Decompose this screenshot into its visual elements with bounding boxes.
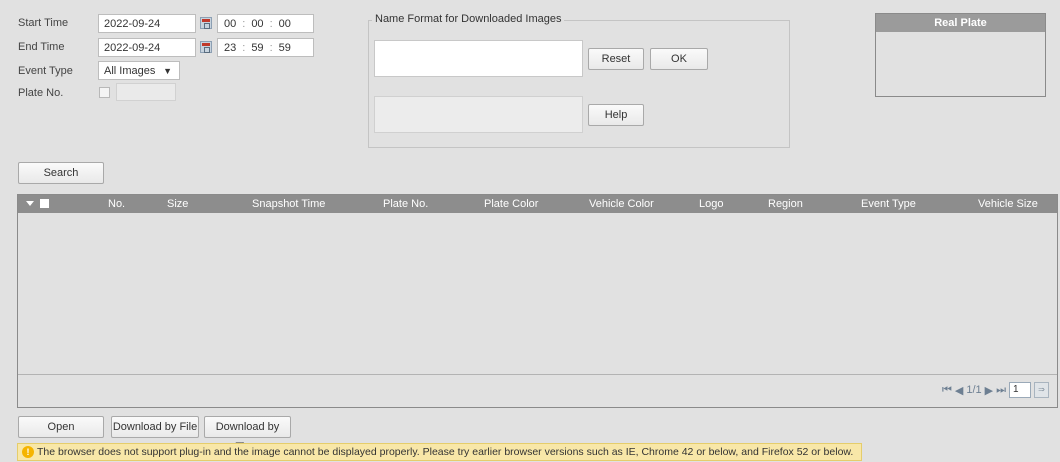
download-by-file-button[interactable]: Download by File xyxy=(111,416,199,438)
results-table: No. Size Snapshot Time Plate No. Plate C… xyxy=(17,194,1058,408)
table-header: No. Size Snapshot Time Plate No. Plate C… xyxy=(18,195,1057,213)
start-time-input[interactable]: 00: 00: 00 xyxy=(217,14,314,33)
start-minute[interactable]: 00 xyxy=(251,18,263,30)
col-snapshot-time[interactable]: Snapshot Time xyxy=(252,198,325,210)
name-format-input[interactable] xyxy=(374,40,583,77)
col-no[interactable]: No. xyxy=(108,198,125,210)
name-format-preview xyxy=(374,96,583,133)
page-number-input[interactable]: 1 xyxy=(1009,382,1031,398)
next-page-icon[interactable]: ▶ xyxy=(985,384,993,397)
page-info: 1/1 xyxy=(966,384,982,396)
start-second[interactable]: 00 xyxy=(279,18,291,30)
go-page-button[interactable]: ⇒ xyxy=(1034,382,1049,398)
col-region[interactable]: Region xyxy=(768,198,803,210)
last-page-icon[interactable]: ⏭ xyxy=(996,384,1006,397)
end-minute[interactable]: 59 xyxy=(251,42,263,54)
end-hour[interactable]: 23 xyxy=(224,42,236,54)
start-hour[interactable]: 00 xyxy=(224,18,236,30)
col-size[interactable]: Size xyxy=(167,198,188,210)
end-date-input[interactable]: 2022-09-24 xyxy=(98,38,196,57)
start-time-label: Start Time xyxy=(18,17,69,29)
plate-no-label: Plate No. xyxy=(18,87,64,99)
real-plate-panel: Real Plate xyxy=(875,13,1046,97)
help-button[interactable]: Help xyxy=(588,104,644,126)
prev-page-icon[interactable]: ◀ xyxy=(955,384,963,397)
col-vehicle-size[interactable]: Vehicle Size xyxy=(978,198,1038,210)
event-type-select[interactable]: All Images ▼ xyxy=(98,61,180,80)
first-page-icon[interactable]: ⏮ xyxy=(942,384,952,397)
plugin-warning-text: The browser does not support plug-in and… xyxy=(37,446,854,458)
col-plate-no[interactable]: Plate No. xyxy=(383,198,428,210)
end-time-label: End Time xyxy=(18,41,65,53)
pagination: ⏮ ◀ 1/1 ▶ ⏭ 1 ⇒ xyxy=(942,382,1049,398)
plugin-warning-banner: ! The browser does not support plug-in a… xyxy=(17,443,862,461)
time-separator: : xyxy=(242,41,246,54)
name-format-legend: Name Format for Downloaded Images xyxy=(372,13,565,25)
event-type-value: All Images xyxy=(104,65,156,77)
end-second[interactable]: 59 xyxy=(279,42,291,54)
end-time-input[interactable]: 23: 59: 59 xyxy=(217,38,314,57)
col-vehicle-color[interactable]: Vehicle Color xyxy=(589,198,654,210)
chevron-down-icon: ▼ xyxy=(163,66,172,76)
time-separator: : xyxy=(242,17,246,30)
select-all-checkbox[interactable] xyxy=(40,199,49,208)
plate-no-input[interactable] xyxy=(116,83,176,101)
time-separator: : xyxy=(269,17,273,30)
calendar-icon[interactable] xyxy=(200,41,212,53)
chevron-down-icon[interactable] xyxy=(26,201,34,206)
col-logo[interactable]: Logo xyxy=(699,198,723,210)
start-date-input[interactable]: 2022-09-24 xyxy=(98,14,196,33)
ok-button[interactable]: OK xyxy=(650,48,708,70)
calendar-icon[interactable] xyxy=(200,17,212,29)
warning-icon: ! xyxy=(22,446,34,458)
reset-button[interactable]: Reset xyxy=(588,48,644,70)
time-separator: : xyxy=(269,41,273,54)
event-type-label: Event Type xyxy=(18,65,73,77)
plate-no-checkbox[interactable] xyxy=(99,87,110,98)
table-footer: ⏮ ◀ 1/1 ▶ ⏭ 1 ⇒ xyxy=(18,374,1057,407)
search-button[interactable]: Search xyxy=(18,162,104,184)
download-by-time-button[interactable]: Download by Time xyxy=(204,416,291,453)
col-plate-color[interactable]: Plate Color xyxy=(484,198,538,210)
col-event-type[interactable]: Event Type xyxy=(861,198,916,210)
open-button[interactable]: Open xyxy=(18,416,104,438)
real-plate-title: Real Plate xyxy=(876,14,1045,32)
